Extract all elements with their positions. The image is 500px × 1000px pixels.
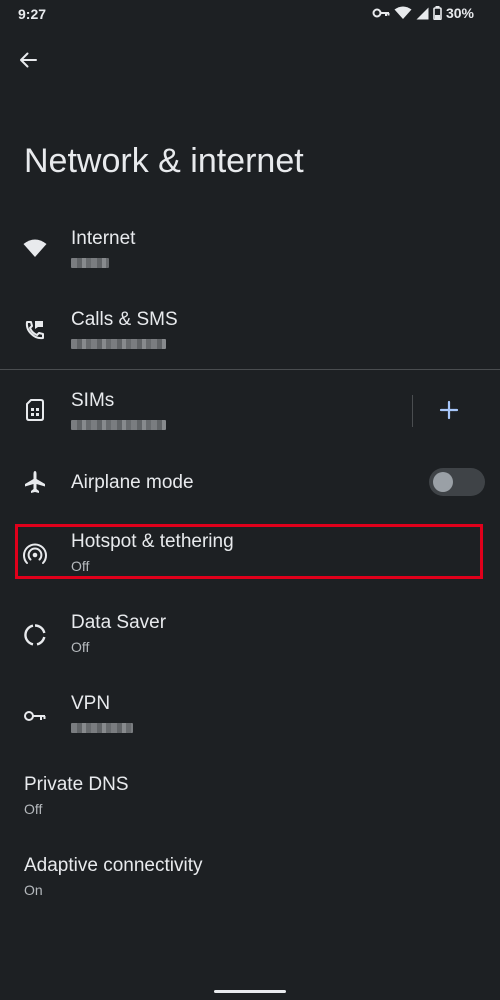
hotspot-status: Off (71, 558, 90, 574)
wifi-status-icon (394, 6, 412, 19)
vpn-key-status-icon (372, 8, 390, 18)
hotspot-tethering-item[interactable]: Hotspot & tethering Off (0, 526, 500, 598)
private-dns-status: Off (24, 801, 43, 817)
adaptive-connectivity-title: Adaptive connectivity (24, 855, 203, 876)
hotspot-icon (23, 543, 47, 564)
sims-item[interactable]: SIMs (0, 382, 500, 454)
back-arrow-icon (20, 52, 37, 68)
section-divider (0, 369, 500, 370)
data-saver-item[interactable]: Data Saver Off (0, 607, 500, 679)
hotspot-title: Hotspot & tethering (71, 531, 234, 552)
internet-network-name-redacted (71, 258, 109, 268)
internet-item[interactable]: Internet (0, 220, 500, 292)
airplane-mode-title: Airplane mode (71, 472, 194, 493)
sims-separator (412, 395, 413, 427)
page-title: Network & internet (24, 142, 304, 180)
battery-percent: 30% (445, 5, 474, 21)
battery-icon (433, 6, 442, 20)
vpn-key-icon (24, 711, 46, 721)
gesture-nav-handle[interactable] (214, 990, 286, 993)
vpn-title: VPN (71, 693, 111, 714)
status-icons: 30% (372, 5, 474, 21)
back-button[interactable] (14, 46, 42, 74)
toggle-knob (433, 472, 453, 492)
data-saver-status: Off (71, 639, 90, 655)
sims-title: SIMs (71, 390, 115, 411)
private-dns-title: Private DNS (24, 774, 129, 795)
airplane-icon (25, 471, 45, 493)
calls-sms-icon (25, 321, 44, 340)
wifi-icon (23, 239, 47, 257)
airplane-mode-item[interactable]: Airplane mode (0, 446, 500, 518)
data-saver-icon (24, 624, 46, 646)
sim-card-icon (26, 399, 44, 421)
vpn-item[interactable]: VPN (0, 688, 500, 760)
add-sim-button[interactable] (437, 398, 461, 422)
status-time: 9:27 (18, 6, 47, 22)
internet-title: Internet (71, 228, 136, 249)
adaptive-connectivity-status: On (24, 882, 43, 898)
sims-subtitle-redacted (71, 420, 166, 430)
private-dns-item[interactable]: Private DNS Off (0, 769, 500, 841)
cell-signal-icon (416, 7, 429, 19)
calls-sms-title: Calls & SMS (71, 309, 178, 330)
airplane-mode-toggle[interactable] (429, 468, 485, 496)
data-saver-title: Data Saver (71, 612, 167, 633)
calls-sms-subtitle-redacted (71, 339, 166, 349)
calls-sms-item[interactable]: Calls & SMS (0, 301, 500, 373)
vpn-subtitle-redacted (71, 723, 133, 733)
adaptive-connectivity-item[interactable]: Adaptive connectivity On (0, 850, 500, 922)
